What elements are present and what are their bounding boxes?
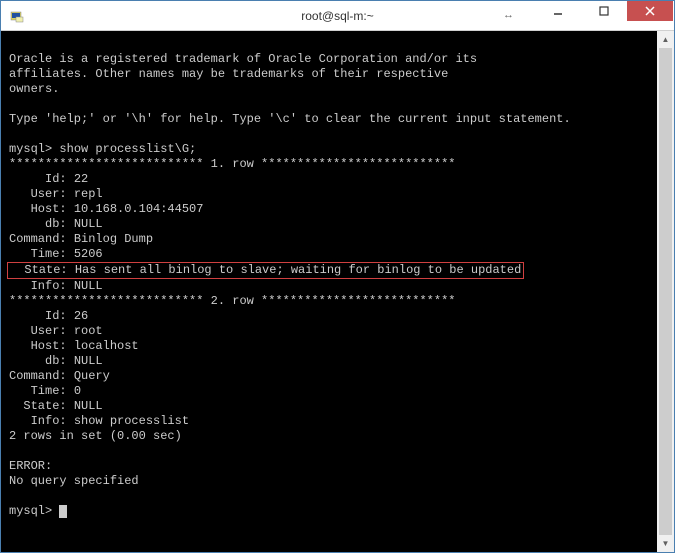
field-label-host: Host: — [9, 339, 67, 353]
field-label-command: Command: — [9, 232, 67, 246]
field-value: NULL — [74, 399, 103, 413]
maximize-button[interactable] — [581, 1, 627, 21]
intro-text: affiliates. Other names may be trademark… — [9, 67, 448, 81]
field-label-info: Info: — [9, 279, 67, 293]
intro-text: owners. — [9, 82, 59, 96]
field-value: NULL — [74, 279, 103, 293]
scroll-down-arrow-icon[interactable]: ▼ — [657, 535, 674, 552]
scroll-track[interactable] — [657, 48, 674, 535]
field-value: localhost — [74, 339, 139, 353]
field-value: 5206 — [74, 247, 103, 261]
field-label-id: Id: — [9, 172, 67, 186]
terminal-window: root@sql-m:~ ↔ Oracle is a registered tr… — [0, 0, 675, 553]
minimize-button[interactable] — [535, 1, 581, 21]
intro-text: Oracle is a registered trademark of Orac… — [9, 52, 477, 66]
close-button[interactable] — [627, 1, 673, 21]
scroll-up-arrow-icon[interactable]: ▲ — [657, 31, 674, 48]
field-label-state: State: — [9, 399, 67, 413]
field-label-info: Info: — [9, 414, 67, 428]
field-label-user: User: — [9, 324, 67, 338]
field-label-user: User: — [9, 187, 67, 201]
terminal-content[interactable]: Oracle is a registered trademark of Orac… — [1, 31, 657, 552]
field-label-db: db: — [9, 217, 67, 231]
putty-icon — [9, 8, 25, 24]
field-value: Binlog Dump — [74, 232, 153, 246]
field-label-time: Time: — [9, 384, 67, 398]
field-label-command: Command: — [9, 369, 67, 383]
mysql-prompt: mysql> — [9, 142, 52, 156]
sql-command: show processlist\G; — [59, 142, 196, 156]
field-value: repl — [74, 187, 103, 201]
field-value: root — [74, 324, 103, 338]
cursor-icon — [59, 505, 67, 518]
highlighted-state-row: State: Has sent all binlog to slave; wai… — [7, 262, 524, 279]
field-value: NULL — [74, 354, 103, 368]
window-controls — [535, 1, 674, 30]
field-value: 22 — [74, 172, 88, 186]
scroll-thumb[interactable] — [659, 48, 672, 535]
result-summary: 2 rows in set (0.00 sec) — [9, 429, 182, 443]
field-label-state: State: — [10, 263, 68, 277]
row-separator: *************************** 2. row *****… — [9, 294, 455, 308]
field-value: 0 — [74, 384, 81, 398]
row-separator: *************************** 1. row *****… — [9, 157, 455, 171]
field-value: NULL — [74, 217, 103, 231]
field-value: Query — [74, 369, 110, 383]
error-message: No query specified — [9, 474, 139, 488]
field-label-host: Host: — [9, 202, 67, 216]
vertical-scrollbar[interactable]: ▲ ▼ — [657, 31, 674, 552]
terminal-area: Oracle is a registered trademark of Orac… — [1, 31, 674, 552]
mysql-prompt: mysql> — [9, 504, 52, 518]
field-label-time: Time: — [9, 247, 67, 261]
titlebar[interactable]: root@sql-m:~ ↔ — [1, 1, 674, 31]
help-text: Type 'help;' or '\h' for help. Type '\c'… — [9, 112, 571, 126]
restore-indicator-icon: ↔ — [503, 9, 514, 21]
field-value: Has sent all binlog to slave; waiting fo… — [75, 263, 521, 277]
field-label-id: Id: — [9, 309, 67, 323]
field-value: 10.168.0.104:44507 — [74, 202, 204, 216]
field-value: show processlist — [74, 414, 189, 428]
field-value: 26 — [74, 309, 88, 323]
error-label: ERROR: — [9, 459, 52, 473]
field-label-db: db: — [9, 354, 67, 368]
